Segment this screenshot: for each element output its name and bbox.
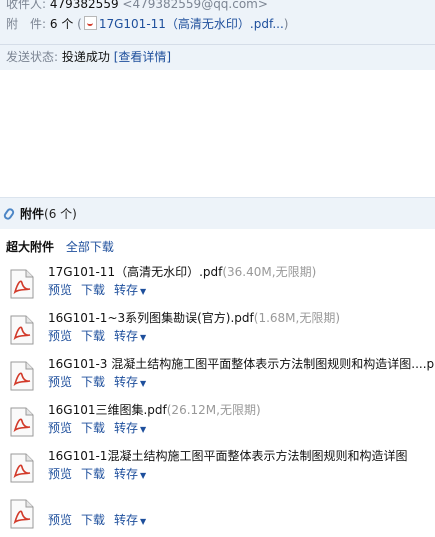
pdf-file-icon[interactable]: [10, 499, 34, 529]
attachments-count: (6 个): [44, 207, 77, 221]
forward-dropdown[interactable]: 转存 ▼: [114, 283, 146, 297]
attachment-name[interactable]: 16G101-1~3系列图集勘误(官方).pdf(1.68M,无限期): [48, 309, 340, 327]
attachments-title: 附件(6 个): [20, 205, 77, 223]
forward-label: 转存: [114, 467, 139, 481]
forward-dropdown[interactable]: 转存 ▼: [114, 421, 146, 435]
attachment-filename[interactable]: 16G101三维图集.pdf: [48, 403, 167, 417]
paperclip-icon: [2, 206, 16, 222]
preview-link[interactable]: 预览: [48, 329, 72, 343]
pdf-file-icon[interactable]: [10, 361, 34, 391]
forward-label: 转存: [114, 421, 139, 435]
attachment-item: 16G101-1混凝土结构施工图平面整体表示方法制图规则和构造详图 预览 下载 转存 ▼: [6, 447, 435, 491]
preview-link[interactable]: 预览: [48, 513, 72, 527]
download-link[interactable]: 下载: [81, 283, 105, 297]
chevron-down-icon: ▼: [140, 333, 147, 342]
forward-dropdown[interactable]: 转存 ▼: [114, 329, 146, 343]
large-attachments-label: 超大附件: [6, 240, 55, 254]
preview-link[interactable]: 预览: [48, 467, 72, 481]
forward-label: 转存: [114, 513, 139, 527]
attachment-first-link[interactable]: 17G101-11（高清无水印）.pdf...: [99, 17, 284, 31]
attachment-item: 预览 下载 转存 ▼: [6, 493, 435, 537]
attachment-name[interactable]: 16G101-3 混凝土结构施工图平面整体表示方法制图规则和构造详图....p: [48, 355, 434, 373]
pdf-file-icon[interactable]: [10, 407, 34, 437]
attachment-count: 6 个: [49, 17, 74, 31]
chevron-down-icon: ▼: [140, 379, 147, 388]
attachment-row: 附 件: 6 个 (17G101-11（高清无水印）.pdf...): [6, 15, 288, 33]
download-all-link[interactable]: 全部下载: [66, 240, 114, 254]
preview-link[interactable]: 预览: [48, 375, 72, 389]
attachment-actions: 预览 下载 转存 ▼: [48, 282, 155, 300]
status-value: 投递成功: [61, 50, 110, 64]
pdf-file-icon[interactable]: [10, 269, 34, 299]
forward-label: 转存: [114, 283, 139, 297]
recipient-email: <479382559@qq.com>: [122, 0, 268, 11]
download-link[interactable]: 下载: [81, 421, 105, 435]
attachment-item: 16G101-1~3系列图集勘误(官方).pdf(1.68M,无限期) 预览 下载转…: [6, 309, 435, 353]
attachment-filename[interactable]: 16G101-1~3系列图集勘误(官方).pdf: [48, 311, 254, 325]
download-link[interactable]: 下载: [81, 467, 105, 481]
recipient-value: 479382559: [49, 0, 119, 11]
attachment-label: 附 件:: [6, 17, 47, 31]
forward-label: 转存: [114, 375, 139, 389]
forward-dropdown[interactable]: 转存 ▼: [114, 467, 146, 481]
attachment-actions: 预览 下载 转存 ▼: [48, 466, 155, 484]
attachment-name[interactable]: 16G101-1混凝土结构施工图平面整体表示方法制图规则和构造详图: [48, 447, 407, 465]
attachment-name[interactable]: 17G101-11（高清无水印）.pdf(36.40M,无限期): [48, 263, 316, 281]
attachment-filename[interactable]: 16G101-3 混凝土结构施工图平面整体表示方法制图规则和构造详图....p: [48, 357, 434, 371]
attachment-item: 16G101-3 混凝土结构施工图平面整体表示方法制图规则和构造详图....p 预…: [6, 355, 435, 399]
preview-link[interactable]: 预览: [48, 283, 72, 297]
status-label: 发送状态:: [6, 50, 59, 64]
attachment-actions: 预览 下载 转存 ▼: [48, 374, 155, 392]
forward-label: 转存: [114, 329, 139, 343]
download-link[interactable]: 下载: [81, 375, 105, 389]
chevron-down-icon: ▼: [140, 517, 147, 526]
attachment-actions: 预览 下载 转存 ▼: [48, 420, 155, 438]
paren-open: (: [77, 17, 82, 31]
pdf-file-icon[interactable]: [10, 315, 34, 345]
attachment-filename[interactable]: 17G101-11（高清无水印）.pdf: [48, 265, 222, 279]
attachments-header: 附件(6 个): [0, 197, 435, 229]
preview-link[interactable]: 预览: [48, 421, 72, 435]
paren-close: ): [283, 17, 289, 31]
attachment-meta: (1.68M,无限期): [253, 311, 341, 325]
status-row: 发送状态: 投递成功 [查看详情]: [6, 48, 171, 66]
attachment-actions: 预览 下载 转存 ▼: [48, 328, 155, 346]
attachment-item: 16G101三维图集.pdf(26.12M,无限期) 预览 下载 转存 ▼: [6, 401, 435, 445]
forward-dropdown[interactable]: 转存 ▼: [114, 513, 146, 527]
recipient-row: 收件人: 479382559 <479382559@qq.com>: [6, 0, 268, 13]
chevron-down-icon: ▼: [140, 287, 147, 296]
pdf-file-icon: [83, 16, 97, 30]
download-link[interactable]: 下载: [81, 513, 105, 527]
pdf-file-icon[interactable]: [10, 453, 34, 483]
forward-dropdown[interactable]: 转存 ▼: [114, 375, 146, 389]
mail-header: 收件人: 479382559 <479382559@qq.com> 附 件: 6…: [0, 0, 435, 70]
attachment-filename[interactable]: 16G101-1混凝土结构施工图平面整体表示方法制图规则和构造详图: [48, 449, 407, 463]
large-attachments-subheader: 超大附件 全部下载: [6, 239, 114, 255]
attachment-item: 17G101-11（高清无水印）.pdf(36.40M,无限期) 预览 下载 转存 ▼: [6, 263, 435, 307]
attachment-name[interactable]: 16G101三维图集.pdf(26.12M,无限期): [48, 401, 261, 419]
divider: [0, 44, 435, 45]
attachments-title-text: 附件: [20, 207, 45, 221]
attachment-actions: 预览 下载 转存 ▼: [48, 512, 155, 530]
download-link[interactable]: 下载: [81, 329, 105, 343]
attachment-meta: (36.40M,无限期): [222, 265, 317, 279]
chevron-down-icon: ▼: [140, 425, 147, 434]
attachment-meta: (26.12M,无限期): [166, 403, 261, 417]
status-details-link[interactable]: [查看详情]: [114, 50, 171, 64]
recipient-label: 收件人:: [6, 0, 47, 11]
